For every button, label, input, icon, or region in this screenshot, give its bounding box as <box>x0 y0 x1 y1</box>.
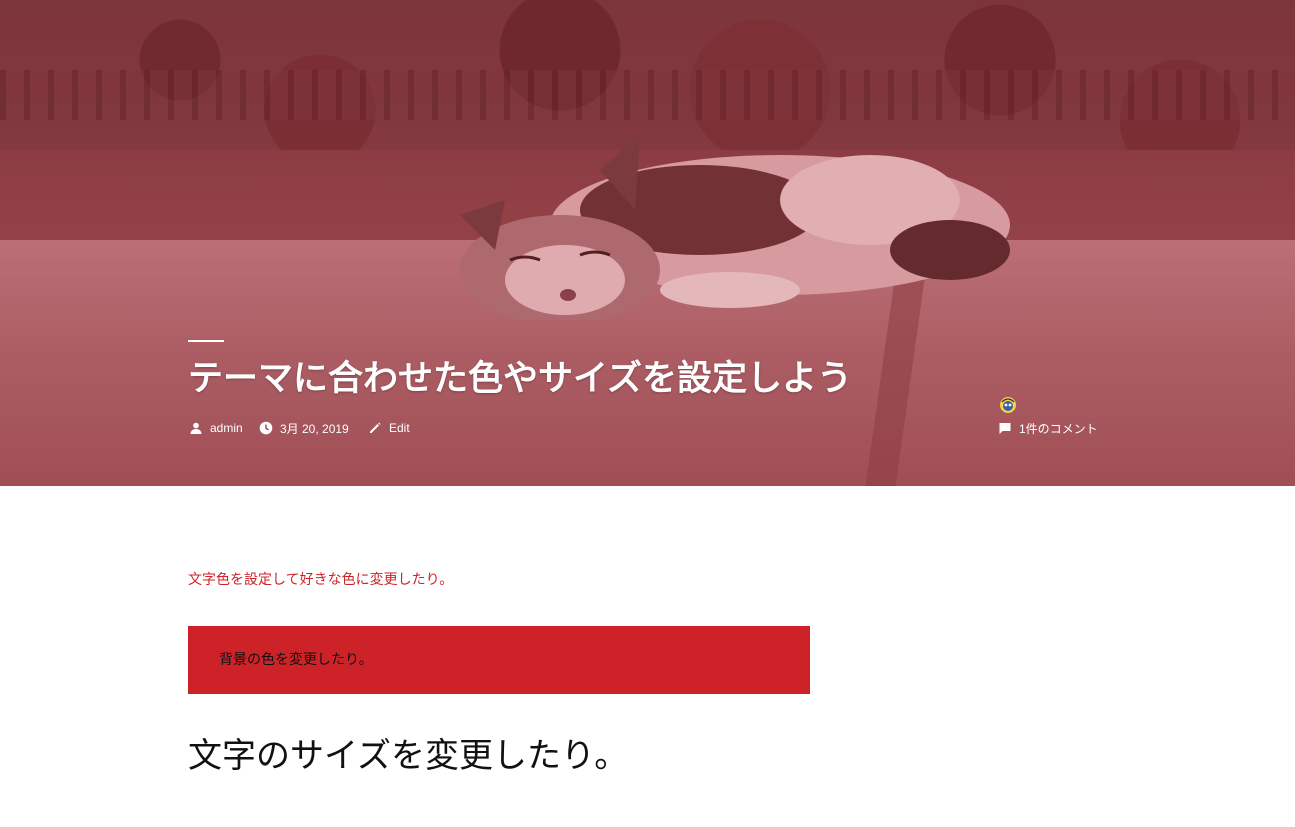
date-link[interactable]: 3月 20, 2019 <box>280 420 349 437</box>
background-block-paragraph: 背景の色を変更したり。 <box>219 652 373 668</box>
avatar-icon[interactable] <box>999 396 1017 414</box>
post-date[interactable]: 3月 20, 2019 <box>259 418 349 438</box>
red-text-paragraph: 文字色を設定して好きな色に変更したり。 <box>188 572 454 588</box>
pencil-icon <box>368 421 382 435</box>
author-link[interactable]: admin <box>210 421 243 435</box>
title-separator-rule <box>188 340 224 342</box>
red-background-block: 背景の色を変更したり。 <box>188 626 810 694</box>
hero-color-overlay <box>0 0 1295 486</box>
edit-link[interactable]: Edit <box>389 421 410 435</box>
post-comments[interactable]: 1件のコメント <box>998 418 1098 438</box>
post-edit[interactable]: Edit <box>368 418 410 438</box>
large-text-paragraph: 文字のサイズを変更したり。 <box>188 736 629 776</box>
post-title: テーマに合わせた色やサイズを設定しよう <box>188 358 852 399</box>
comments-link[interactable]: 1件のコメント <box>1019 420 1098 437</box>
clock-icon <box>259 421 273 435</box>
post-author[interactable]: admin <box>189 418 243 438</box>
person-icon <box>189 421 203 435</box>
post-header-hero: テーマに合わせた色やサイズを設定しよう admin 3月 20, 2019 Ed… <box>0 0 1295 486</box>
post-content: 文字色を設定して好きな色に変更したり。 背景の色を変更したり。 文字のサイズを変… <box>0 486 1295 827</box>
comment-icon <box>998 421 1012 435</box>
